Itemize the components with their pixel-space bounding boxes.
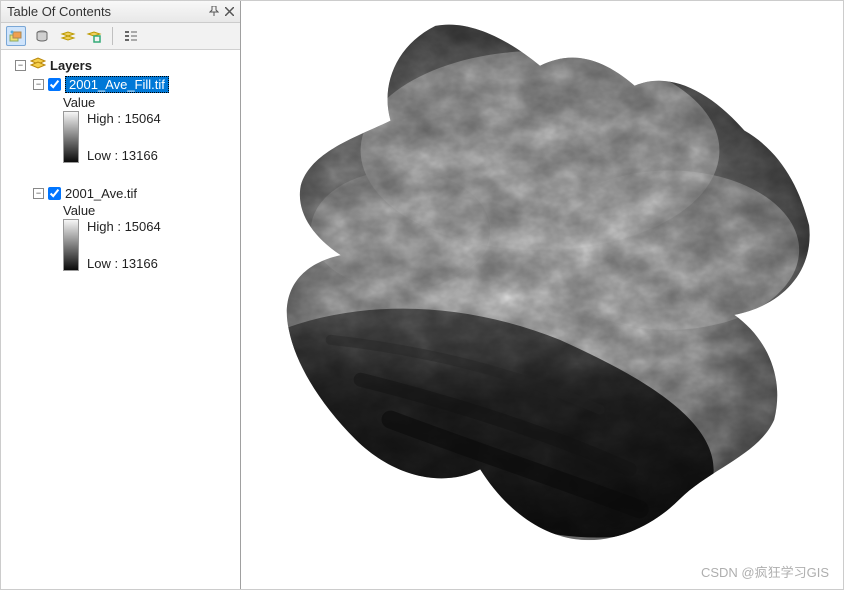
list-by-selection-button[interactable] [84,26,104,46]
high-value-label: High : 15064 [87,219,161,234]
expand-icon[interactable]: − [15,60,26,71]
map-view[interactable]: CSDN @疯狂学习GIS [241,1,843,589]
low-value-label: Low : 13166 [87,256,161,271]
list-by-drawing-order-button[interactable] [6,26,26,46]
layer-tree[interactable]: − Layers − 2001_Ave_Fill.tif Value High … [1,50,240,589]
close-icon[interactable] [225,6,234,18]
layer-row[interactable]: − 2001_Ave.tif [5,185,236,202]
raster-symbology: High : 15064 Low : 13166 [5,219,236,271]
expand-icon[interactable]: − [33,188,44,199]
layers-root-row[interactable]: − Layers [5,56,236,75]
layer-name-label[interactable]: 2001_Ave_Fill.tif [65,76,169,93]
raster-symbology: High : 15064 Low : 13166 [5,111,236,163]
layer-name-label[interactable]: 2001_Ave.tif [65,186,137,201]
toc-titlebar: Table Of Contents [1,1,240,23]
toc-toolbar [1,23,240,50]
raster-display [241,1,843,589]
layer-visibility-checkbox[interactable] [48,78,61,91]
value-label-row: Value [5,202,236,219]
low-value-label: Low : 13166 [87,148,161,163]
toc-title: Table Of Contents [7,4,209,19]
layer-row[interactable]: − 2001_Ave_Fill.tif [5,75,236,94]
list-by-source-button[interactable] [32,26,52,46]
value-label-row: Value [5,94,236,111]
layer-visibility-checkbox[interactable] [48,187,61,200]
pin-icon[interactable] [209,6,219,18]
expand-icon[interactable]: − [33,79,44,90]
list-by-visibility-button[interactable] [58,26,78,46]
table-of-contents-panel: Table Of Contents − [1,1,241,589]
options-button[interactable] [121,26,141,46]
layers-root-label: Layers [50,58,92,73]
toolbar-separator [112,27,113,45]
gradient-swatch-icon [63,111,79,163]
layers-group-icon [30,57,46,74]
high-value-label: High : 15064 [87,111,161,126]
gradient-swatch-icon [63,219,79,271]
value-label: Value [63,95,95,110]
value-label: Value [63,203,95,218]
